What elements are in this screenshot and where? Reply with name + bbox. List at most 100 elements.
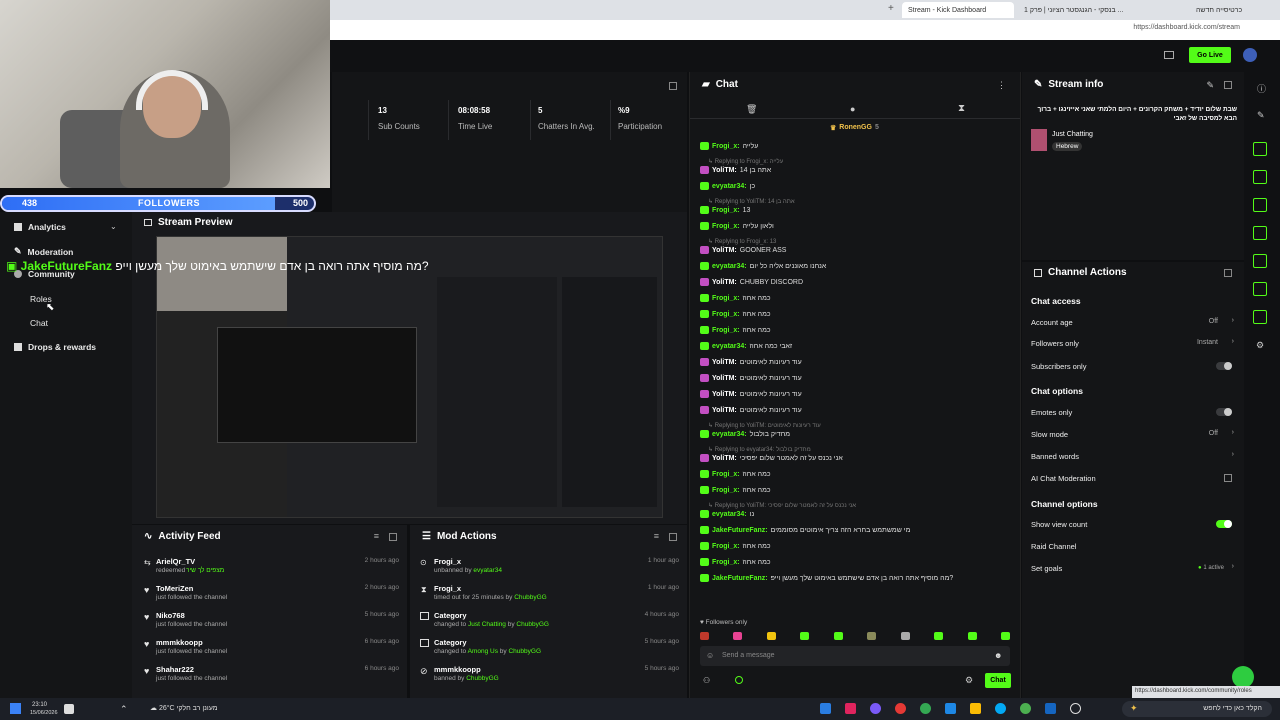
sidebar-item-analytics[interactable]: Analytics xyxy=(14,222,66,232)
slow-mode-value[interactable]: Off xyxy=(1209,430,1218,437)
banned-words-label[interactable]: Banned words xyxy=(1031,452,1079,461)
new-tab-plus-icon[interactable]: + xyxy=(888,3,894,14)
chat-message[interactable]: YoliTM: עוד רעיונות לאימוטים xyxy=(700,406,802,414)
chat-message[interactable]: evyatar34: כן xyxy=(700,182,755,190)
more-options-icon[interactable]: ⋮ xyxy=(997,80,1006,91)
weather-widget[interactable]: ☁ 26°C מעונן רב חלקי xyxy=(150,704,218,712)
set-goals-label[interactable]: Set goals xyxy=(1031,564,1062,573)
emoji-icon[interactable]: ☺ xyxy=(706,651,714,660)
chat-username[interactable]: YoliTM: xyxy=(712,455,737,462)
emote-icon[interactable] xyxy=(833,632,843,640)
app-icon[interactable] xyxy=(920,703,931,714)
emote-icon[interactable] xyxy=(1000,632,1010,640)
chevron-right-icon[interactable]: › xyxy=(1232,451,1234,458)
emote-icon[interactable] xyxy=(967,632,977,640)
chat-username[interactable]: YoliTM: xyxy=(712,359,737,366)
sidebar-item-chat[interactable]: Chat xyxy=(30,318,48,328)
go-live-button[interactable]: Go Live xyxy=(1189,47,1231,63)
tab-youtube[interactable]: בנסקי - הגנגסטר הציוני | פרק 1 ... xyxy=(1018,2,1138,18)
chat-message[interactable]: Frogi_x: עלייה xyxy=(700,142,758,150)
chat-message[interactable]: JakeFutureFanz: מי שמשתמש בחרא הזה צריך א… xyxy=(700,526,910,534)
rail-message-button[interactable] xyxy=(1253,226,1267,240)
gear-icon[interactable]: ⚙ xyxy=(965,675,973,686)
popout-icon[interactable] xyxy=(389,533,397,541)
emote-icon[interactable] xyxy=(766,632,776,640)
chat-message[interactable]: evyatar34: נו xyxy=(700,510,754,518)
app-icon[interactable] xyxy=(1045,703,1056,714)
chat-message[interactable]: Frogi_x: כמה אחוז xyxy=(700,542,771,550)
chat-username[interactable]: JakeFutureFanz: xyxy=(712,527,768,534)
chat-username[interactable]: evyatar34: xyxy=(712,431,747,438)
ai-chat-moderation-label[interactable]: AI Chat Moderation xyxy=(1031,474,1096,483)
chat-username[interactable]: YoliTM: xyxy=(712,391,737,398)
chat-message[interactable]: YoliTM: עוד רעיונות לאימוטים xyxy=(700,358,802,366)
app-icon[interactable] xyxy=(945,703,956,714)
rail-tool-button[interactable] xyxy=(1253,310,1267,324)
emote-icon[interactable] xyxy=(733,632,743,640)
trash-icon[interactable]: 🗑︎ xyxy=(746,104,757,115)
chevron-right-icon[interactable]: › xyxy=(1232,338,1234,345)
chat-message[interactable]: YoliTM: CHUBBY DISCORD xyxy=(700,278,803,286)
chevron-up-icon[interactable]: ⌃ xyxy=(120,704,128,715)
chat-message[interactable]: Frogi_x: 13 xyxy=(700,206,750,214)
emote-icon[interactable] xyxy=(800,632,810,640)
emotes-only-toggle[interactable] xyxy=(1216,408,1232,416)
chat-settings-icon[interactable]: ● xyxy=(850,104,855,114)
chat-username[interactable]: Frogi_x: xyxy=(712,223,740,230)
chat-message[interactable]: YoliTM: עוד רעיונות לאימוטים xyxy=(700,390,802,398)
app-icon[interactable] xyxy=(895,703,906,714)
chat-username[interactable]: evyatar34: xyxy=(712,183,747,190)
info-icon[interactable]: ⓘ xyxy=(1257,82,1266,95)
filter-icon[interactable]: ≡ xyxy=(654,531,659,541)
chat-message[interactable]: YoliTM: עוד רעיונות לאימוטים xyxy=(700,374,802,382)
tab-new[interactable]: כרטיסייה חדשה xyxy=(1190,2,1270,18)
chat-username[interactable]: evyatar34: xyxy=(712,511,747,518)
chevron-right-icon[interactable]: › xyxy=(1232,563,1234,570)
status-icon[interactable] xyxy=(735,676,743,684)
set-goals-value[interactable]: ● 1 active xyxy=(1198,565,1224,571)
chevron-right-icon[interactable]: › xyxy=(1232,429,1234,436)
app-icon[interactable] xyxy=(995,703,1006,714)
app-icon[interactable] xyxy=(1070,703,1081,714)
popout-icon[interactable] xyxy=(1224,81,1232,89)
popout-icon[interactable] xyxy=(1224,269,1232,277)
edit-icon[interactable]: ✎ xyxy=(1206,80,1214,91)
app-icon[interactable] xyxy=(870,703,881,714)
chat-username[interactable]: Frogi_x: xyxy=(712,327,740,334)
chat-message[interactable]: JakeFutureFanz: מה מוסיף אתה רואה בן אדם … xyxy=(700,574,953,582)
chat-message[interactable]: evyatar34: מחדיק בולבול xyxy=(700,430,790,438)
tab-stream-dashboard[interactable]: Stream - Kick Dashboard xyxy=(902,2,1014,18)
chat-message[interactable]: YoliTM: GOONER ASS xyxy=(700,246,786,254)
raid-channel-label[interactable]: Raid Channel xyxy=(1031,542,1076,551)
chat-username[interactable]: Frogi_x: xyxy=(712,543,740,550)
chat-message[interactable]: Frogi_x: ולאון עלייה xyxy=(700,222,774,230)
chat-username[interactable]: Frogi_x: xyxy=(712,559,740,566)
subscribers-only-toggle[interactable] xyxy=(1216,362,1232,370)
followers-only-value[interactable]: Instant xyxy=(1197,339,1218,346)
notification-icon[interactable] xyxy=(64,704,74,714)
emote-icon[interactable] xyxy=(700,632,709,640)
emote-picker-icon[interactable]: ☻ xyxy=(994,651,1002,660)
chat-message[interactable]: Frogi_x: כמה אחוז xyxy=(700,470,771,478)
chat-username[interactable]: Frogi_x: xyxy=(712,143,740,150)
settings-icon[interactable]: ⚙ xyxy=(1256,340,1264,351)
pinned-user[interactable]: ♛ RonenGG 5 xyxy=(830,124,879,132)
help-chat-icon[interactable] xyxy=(1232,666,1254,688)
chat-message[interactable]: evyatar34: זאבי כמה אחוז xyxy=(700,342,792,350)
chat-username[interactable]: YoliTM: xyxy=(712,407,737,414)
chat-username[interactable]: YoliTM: xyxy=(712,279,737,286)
chat-username[interactable]: Frogi_x: xyxy=(712,471,740,478)
rail-chat-button[interactable] xyxy=(1253,142,1267,156)
chat-username[interactable]: Frogi_x: xyxy=(712,207,740,214)
chat-username[interactable]: Frogi_x: xyxy=(712,295,740,302)
chat-message[interactable]: evyatar34: אנחנו מאוננים אליה כל יום xyxy=(700,262,826,270)
windows-start-icon[interactable] xyxy=(10,703,21,714)
chat-username[interactable]: evyatar34: xyxy=(712,263,747,270)
timer-icon[interactable]: ⧗ xyxy=(958,103,965,114)
chat-username[interactable]: JakeFutureFanz: xyxy=(712,575,768,582)
pen-icon[interactable]: ✎ xyxy=(1257,110,1265,121)
address-bar[interactable]: https://dashboard.kick.com/stream xyxy=(330,20,1280,40)
users-icon[interactable]: ⚇ xyxy=(703,676,710,685)
popout-icon[interactable] xyxy=(669,82,677,90)
popout-icon[interactable] xyxy=(669,533,677,541)
